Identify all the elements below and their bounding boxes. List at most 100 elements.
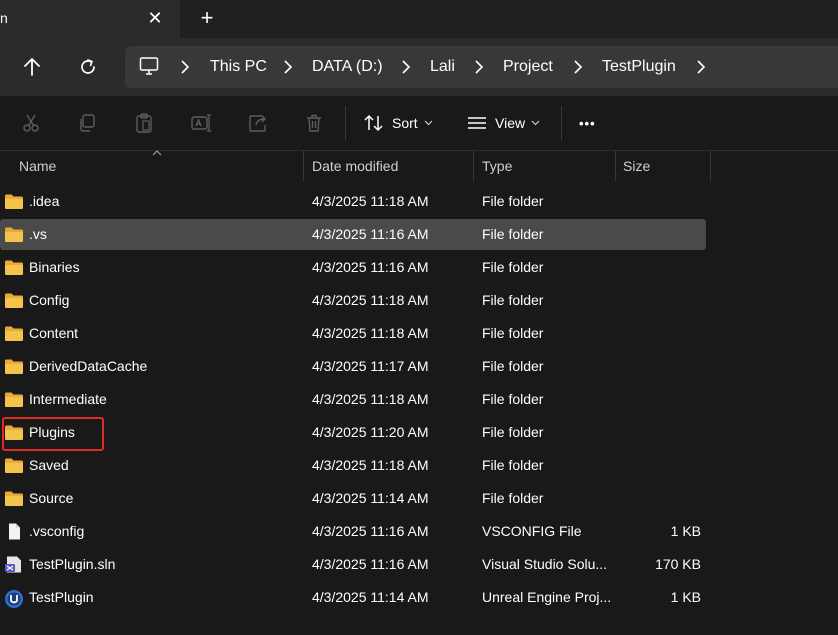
- up-arrow-icon[interactable]: [19, 54, 45, 80]
- file-name: TestPlugin: [29, 589, 94, 605]
- file-date-modified: 4/3/2025 11:20 AM: [312, 424, 429, 440]
- paste-icon[interactable]: [132, 111, 156, 135]
- file-type: File folder: [482, 457, 544, 473]
- chevron-right-icon[interactable]: [283, 60, 293, 74]
- column-header-type[interactable]: Type: [482, 151, 512, 181]
- folder-icon: [4, 226, 24, 243]
- computer-icon: [139, 56, 159, 79]
- delete-icon[interactable]: [302, 111, 326, 135]
- folder-icon: [4, 259, 24, 276]
- file-date-modified: 4/3/2025 11:18 AM: [312, 193, 429, 209]
- file-row[interactable]: .vsconfig 4/3/2025 11:16 AM VSCONFIG File 1…: [0, 516, 706, 547]
- share-icon[interactable]: [246, 111, 270, 135]
- file-date-modified: 4/3/2025 11:18 AM: [312, 391, 429, 407]
- file-name: .idea: [29, 193, 60, 209]
- tab-title: n: [0, 10, 8, 26]
- file-date-modified: 4/3/2025 11:16 AM: [312, 259, 429, 275]
- file-date-modified: 4/3/2025 11:18 AM: [312, 292, 429, 308]
- breadcrumb-project[interactable]: Project: [503, 46, 553, 88]
- file-type: File folder: [482, 259, 544, 275]
- active-tab[interactable]: n ✕: [0, 0, 180, 38]
- refresh-icon[interactable]: [75, 54, 101, 80]
- file-row[interactable]: Binaries 4/3/2025 11:16 AM File folder: [0, 252, 706, 283]
- file-name: Content: [29, 325, 79, 341]
- column-header-size[interactable]: Size: [623, 151, 650, 181]
- new-tab-button[interactable]: +: [197, 6, 217, 30]
- file-date-modified: 4/3/2025 11:14 AM: [312, 490, 429, 506]
- file-row[interactable]: Config 4/3/2025 11:18 AM File folder: [0, 285, 706, 316]
- chevron-down-icon: [424, 120, 433, 126]
- view-list-icon: [468, 117, 486, 129]
- column-divider[interactable]: [710, 151, 711, 181]
- file-name: Binaries: [29, 259, 80, 275]
- breadcrumb-lali[interactable]: Lali: [430, 46, 455, 88]
- column-divider[interactable]: [615, 151, 616, 181]
- file-row[interactable]: TestPlugin 4/3/2025 11:14 AM Unreal Engine…: [0, 582, 706, 613]
- column-divider[interactable]: [473, 151, 474, 181]
- breadcrumb-data-drive[interactable]: DATA (D:): [312, 46, 383, 88]
- tab-bar: n ✕ +: [0, 0, 838, 38]
- file-size: [620, 483, 701, 514]
- column-header-date[interactable]: Date modified: [312, 151, 398, 181]
- file-type: Visual Studio Solu...: [482, 556, 608, 572]
- breadcrumb-testplugin[interactable]: TestPlugin: [602, 46, 676, 88]
- folder-icon: [4, 391, 24, 408]
- more-options-button[interactable]: •••: [579, 109, 596, 137]
- highlight-annotation-box: [2, 417, 104, 451]
- file-row[interactable]: Plugins 4/3/2025 11:20 AM File folder: [0, 417, 706, 448]
- address-bar[interactable]: This PC DATA (D:) Lali Project TestPlugi…: [125, 46, 838, 88]
- file-size: [620, 450, 701, 481]
- file-date-modified: 4/3/2025 11:16 AM: [312, 523, 429, 539]
- file-date-modified: 4/3/2025 11:14 AM: [312, 589, 429, 605]
- rename-icon[interactable]: [189, 111, 213, 135]
- sort-button[interactable]: Sort: [364, 109, 433, 137]
- solution-file-icon: [4, 556, 24, 573]
- file-type: Unreal Engine Proj...: [482, 589, 612, 605]
- file-size: [620, 384, 701, 415]
- file-date-modified: 4/3/2025 11:18 AM: [312, 457, 429, 473]
- command-bar: Sort View •••: [0, 96, 838, 151]
- file-row[interactable]: DerivedDataCache 4/3/2025 11:17 AM File fo…: [0, 351, 706, 382]
- folder-icon: [4, 193, 24, 210]
- view-label: View: [495, 115, 526, 131]
- chevron-right-icon[interactable]: [401, 60, 411, 74]
- file-name: Config: [29, 292, 70, 308]
- file-row[interactable]: Source 4/3/2025 11:14 AM File folder: [0, 483, 706, 514]
- column-header-name[interactable]: Name: [19, 151, 56, 181]
- file-name: Source: [29, 490, 74, 506]
- file-row[interactable]: Saved 4/3/2025 11:18 AM File folder: [0, 450, 706, 481]
- file-type: File folder: [482, 424, 544, 440]
- file-type: File folder: [482, 490, 544, 506]
- file-row[interactable]: Intermediate 4/3/2025 11:18 AM File folder: [0, 384, 706, 415]
- chevron-right-icon[interactable]: [474, 60, 484, 74]
- folder-icon: [4, 325, 24, 342]
- file-row[interactable]: TestPlugin.sln 4/3/2025 11:16 AM Visual St…: [0, 549, 706, 580]
- file-size: [620, 252, 701, 283]
- column-divider[interactable]: [303, 151, 304, 181]
- file-row[interactable]: Content 4/3/2025 11:18 AM File folder: [0, 318, 706, 349]
- file-name: .vsconfig: [29, 523, 85, 539]
- file-size: [620, 351, 701, 382]
- file-type: File folder: [482, 292, 544, 308]
- breadcrumb-this-pc[interactable]: This PC: [210, 46, 267, 88]
- close-tab-icon[interactable]: ✕: [146, 7, 164, 29]
- file-size: 1 KB: [670, 589, 701, 605]
- file-date-modified: 4/3/2025 11:16 AM: [312, 556, 429, 572]
- cut-icon[interactable]: [19, 111, 43, 135]
- chevron-right-icon[interactable]: [180, 60, 190, 74]
- sort-icon: [364, 114, 383, 132]
- folder-icon: [4, 292, 24, 309]
- chevron-right-icon[interactable]: [696, 60, 706, 74]
- file-date-modified: 4/3/2025 11:16 AM: [312, 226, 429, 242]
- file-name: Saved: [29, 457, 69, 473]
- file-row[interactable]: .vs 4/3/2025 11:16 AM File folder: [0, 219, 706, 250]
- file-row[interactable]: .idea 4/3/2025 11:18 AM File folder: [0, 186, 706, 217]
- file-size: [620, 285, 701, 316]
- file-name: .vs: [29, 226, 47, 242]
- chevron-right-icon[interactable]: [573, 60, 583, 74]
- copy-icon[interactable]: [75, 111, 99, 135]
- view-button[interactable]: View: [467, 109, 540, 137]
- file-size: [620, 318, 701, 349]
- file-type: File folder: [482, 391, 544, 407]
- folder-icon: [4, 457, 24, 474]
